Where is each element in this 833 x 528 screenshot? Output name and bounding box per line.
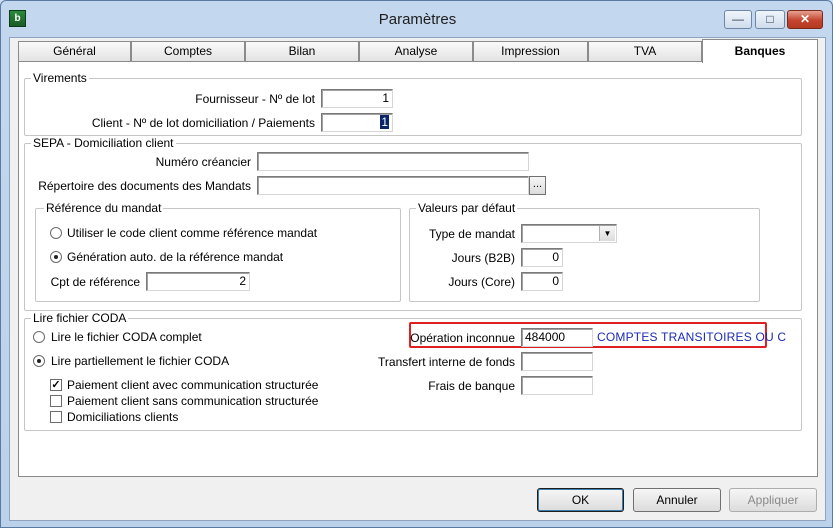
client-lot-label: Client - Nº de lot domiciliation / Paiem… [91,116,315,130]
tab-bilan[interactable]: Bilan [245,41,359,61]
radio-code-client-label[interactable]: Utiliser le code client comme référence … [67,226,317,240]
sepa-title: SEPA - Domiciliation client [31,136,176,150]
cpt-reference-input[interactable]: 2 [146,272,250,291]
tab-banques[interactable]: Banques [702,39,818,63]
radio-coda-partiel[interactable] [33,355,45,367]
fournisseur-lot-label: Fournisseur - Nº de lot [195,92,315,106]
jours-core-label: Jours (Core) [448,275,515,289]
tab-label: Bilan [288,44,316,58]
coda-title: Lire fichier CODA [31,311,129,325]
fournisseur-lot-input[interactable]: 1 [321,89,393,108]
maximize-button[interactable]: □ [755,10,785,29]
selected-text: 1 [380,115,389,129]
tab-general[interactable]: Général [18,41,131,61]
tab-comptes[interactable]: Comptes [131,41,245,61]
numero-creancier-label: Numéro créancier [155,155,251,169]
frais-banque-label: Frais de banque [428,379,515,393]
tab-tva[interactable]: TVA [588,41,702,61]
chevron-down-icon[interactable]: ▼ [599,226,615,241]
window-title: Paramètres [378,11,457,28]
check-domiciliations[interactable] [50,411,62,423]
appliquer-button[interactable]: Appliquer [729,488,817,512]
transfert-interne-input[interactable] [521,352,593,371]
check-paiement-sans-comm-label[interactable]: Paiement client sans communication struc… [67,394,318,408]
operation-inconnue-label: Opération inconnue [410,331,515,345]
radio-code-client[interactable] [50,227,62,239]
tab-label: Analyse [394,44,438,58]
radio-coda-partiel-label[interactable]: Lire partiellement le fichier CODA [51,354,229,368]
maximize-icon: □ [766,12,774,26]
tab-label: Comptes [163,44,213,58]
minimize-icon: — [732,12,744,26]
title-bar[interactable]: b Paramètres — □ ✕ [1,1,832,37]
jours-b2b-input[interactable]: 0 [521,248,563,267]
operation-account-description: COMPTES TRANSITOIRES OU C [597,330,787,344]
check-domiciliations-label[interactable]: Domiciliations clients [67,410,178,424]
tab-impression[interactable]: Impression [473,41,588,61]
jours-core-input[interactable]: 0 [521,272,563,291]
close-button[interactable]: ✕ [787,10,823,29]
ok-button[interactable]: OK [537,488,624,512]
valeurs-defaut-title: Valeurs par défaut [416,201,518,215]
operation-inconnue-input[interactable]: 484000 [521,328,593,347]
repertoire-mandats-input[interactable] [257,176,529,195]
type-mandat-label: Type de mandat [428,227,515,241]
numero-creancier-input[interactable] [257,152,529,171]
close-icon: ✕ [799,12,811,26]
radio-generation-auto[interactable] [50,251,62,263]
type-mandat-select[interactable]: ▼ [521,224,617,243]
tab-label: TVA [633,44,657,58]
frais-banque-input[interactable] [521,376,593,395]
reference-mandat-title: Référence du mandat [44,201,164,215]
banques-content: Virements Fournisseur - Nº de lot 1 Clie… [18,61,818,477]
tab-label: Général [53,44,96,58]
radio-coda-complet[interactable] [33,331,45,343]
client-lot-input[interactable]: 1 [321,113,393,132]
tab-analyse[interactable]: Analyse [359,41,473,61]
check-paiement-avec-comm-label[interactable]: Paiement client avec communication struc… [67,378,318,392]
jours-b2b-label: Jours (B2B) [451,251,515,265]
radio-coda-complet-label[interactable]: Lire le fichier CODA complet [51,330,202,344]
parametres-window: b Paramètres — □ ✕ Général Comptes Bilan… [0,0,833,528]
repertoire-mandats-label: Répertoire des documents des Mandats [38,179,251,193]
check-paiement-avec-comm[interactable]: ✓ [50,379,62,391]
radio-generation-auto-label[interactable]: Génération auto. de la référence mandat [67,250,283,264]
tab-label: Impression [501,44,560,58]
annuler-button[interactable]: Annuler [633,488,721,512]
tab-label: Banques [734,44,786,58]
minimize-button[interactable]: — [724,10,752,29]
browse-button[interactable]: ... [529,176,546,195]
virements-title: Virements [31,71,89,85]
transfert-interne-label: Transfert interne de fonds [378,355,515,369]
cpt-reference-label: Cpt de référence [50,275,140,289]
check-paiement-sans-comm[interactable] [50,395,62,407]
